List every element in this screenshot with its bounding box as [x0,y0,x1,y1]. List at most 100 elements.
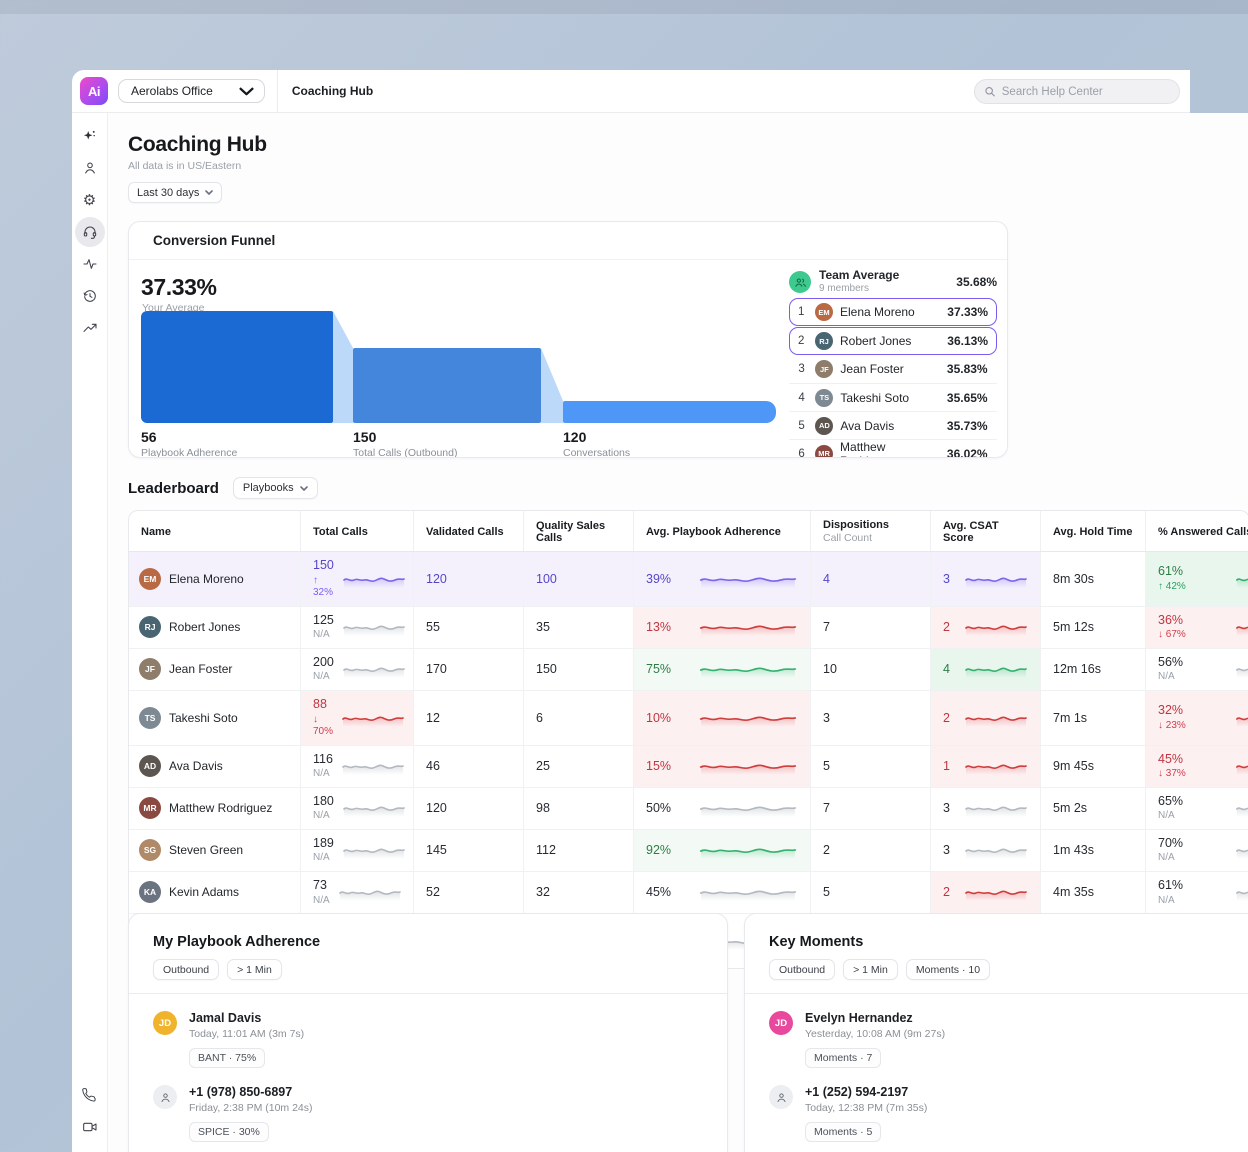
filter-chip[interactable]: > 1 Min [227,959,282,980]
sidebar-item-activity[interactable] [75,249,105,279]
call-entry[interactable]: +1 (252) 594-2197 Today, 12:38 PM (7m 35… [769,1085,1248,1142]
leaderboard-row[interactable]: KA Kevin Adams 73 N/A [129,872,1248,914]
workspace-selector[interactable]: Aerolabs Office [118,79,265,103]
team-average-value: 35.68% [956,275,997,289]
ranking-name: Takeshi Soto [840,391,909,405]
dispositions-cell: 10 [811,649,931,690]
rank-number: 1 [798,306,808,318]
leaderboard-row[interactable]: RJ Robert Jones 125 N/A [129,607,1248,649]
ranking-value: 35.65% [947,391,988,405]
sidebar: ⚙ [72,113,108,1152]
total-calls-sparkline [341,755,405,777]
call-entry[interactable]: JD Evelyn Hernandez Yesterday, 10:08 AM … [769,1011,1248,1068]
breadcrumb: Coaching Hub [292,84,373,98]
csat-sparkline [964,755,1028,777]
leaderboard-row[interactable]: SG Steven Green 189 N/A [129,830,1248,872]
help-search[interactable] [974,79,1180,104]
column-header-validated-calls[interactable]: Validated Calls [414,511,524,551]
agent-name: Takeshi Soto [169,711,238,725]
total-calls-cell: 189 N/A [301,830,414,871]
playbook-adherence-sparkline [698,755,798,777]
column-header-avg-csat-score[interactable]: Avg. CSAT Score [931,511,1041,551]
answered-calls-cell: 65% N/A [1146,788,1248,829]
sidebar-item-coaching-hub[interactable] [75,217,105,247]
hold-time-cell: 4m 35s [1041,872,1146,913]
ranking-row[interactable]: 5 AD Ava Davis 35.73% [789,411,997,439]
phone-icon [82,1088,97,1103]
funnel-stage-value: 150 [353,429,457,445]
column-header-pct-answered-calls[interactable]: % Answered Calls [1146,511,1248,551]
total-calls-stack: 88 ↓ 70% [313,697,333,739]
video-camera-icon [82,1119,98,1135]
chevron-down-icon [239,87,254,96]
leaderboard-row[interactable]: TS Takeshi Soto 88 ↓ 70% [129,691,1248,746]
sidebar-item-ai-sparkle[interactable] [75,121,105,151]
playbook-adherence-cell: 15% [634,746,811,787]
ranking-row[interactable]: 4 TS Takeshi Soto 35.65% [789,383,997,411]
ranking-name: Ava Davis [840,419,894,433]
sidebar-item-video[interactable] [75,1112,105,1142]
dispositions-value: 10 [823,662,837,676]
answered-calls-cell: 61% ↑ 42% [1146,552,1248,606]
sidebar-item-history[interactable] [75,281,105,311]
search-input[interactable] [1002,86,1170,98]
date-range-filter[interactable]: Last 30 days [128,182,222,203]
agent-name: Robert Jones [169,620,240,634]
leaderboard-row[interactable]: JF Jean Foster 200 N/A [129,649,1248,691]
playbook-adherence-value: 50% [646,801,671,815]
column-header-quality-sales-calls[interactable]: Quality Sales Calls [524,511,634,551]
total-calls-cell: 150 ↑ 32% [301,552,414,606]
total-calls-delta: N/A [313,852,334,865]
hold-time-value: 5m 12s [1053,620,1094,634]
sidebar-item-phone[interactable] [75,1080,105,1110]
call-entry[interactable]: JD Jamal Davis Today, 11:01 AM (3m 7s) B… [153,1011,703,1068]
agent-name: Kevin Adams [169,885,239,899]
csat-value: 3 [943,843,950,857]
ranking-row[interactable]: 6 MR Matthew Rodriguez 36.02% [789,439,997,458]
csat-value: 3 [943,572,950,586]
avatar: TS [815,389,833,407]
filter-chip[interactable]: Outbound [769,959,835,980]
ranking-row[interactable]: 3 JF Jean Foster 35.83% [789,355,997,383]
column-header-dispositions[interactable]: Dispositions Call Count [811,511,931,551]
funnel-segment-total-calls[interactable] [141,311,333,423]
column-header-avg-playbook-adherence[interactable]: Avg. Playbook Adherence [634,511,811,551]
filter-chip[interactable]: Outbound [153,959,219,980]
dispositions-value: 5 [823,759,830,773]
funnel-segment-conversations[interactable] [353,348,541,423]
name-cell: TS Takeshi Soto [129,691,301,745]
playbook-adherence-value: 92% [646,843,671,857]
team-avatar [789,271,811,293]
leaderboard-header-row: Name Total Calls Validated Calls Quality… [129,511,1248,552]
sparkles-icon [81,128,98,145]
total-calls-sparkline [342,616,406,638]
card-divider [129,993,727,994]
ranking-row[interactable]: 1 EM Elena Moreno 37.33% [789,298,997,326]
leaderboard-header: Leaderboard Playbooks [128,477,318,499]
column-header-total-calls[interactable]: Total Calls [301,511,414,551]
filter-chip[interactable]: Moments · 10 [906,959,990,980]
rank-number: 4 [798,392,808,404]
topbar-divider [277,70,278,113]
column-header-name[interactable]: Name [129,511,301,551]
filter-chip[interactable]: > 1 Min [843,959,898,980]
total-calls-stack: 73 N/A [313,878,330,907]
leaderboard-row[interactable]: AD Ava Davis 116 N/A 4 [129,746,1248,788]
playbook-adherence-value: 39% [646,572,671,586]
playbooks-filter[interactable]: Playbooks [233,477,318,499]
dispositions-value: 5 [823,885,830,899]
ranking-row[interactable]: 2 RJ Robert Jones 36.13% [789,327,997,355]
quality-sales-calls-value: 98 [536,801,550,815]
funnel-segment-playbook-adherence[interactable] [563,401,776,423]
column-header-avg-hold-time[interactable]: Avg. Hold Time [1041,511,1146,551]
answered-calls-cell: 32% ↓ 23% [1146,691,1248,745]
call-entry[interactable]: +1 (978) 850-6897 Friday, 2:38 PM (10m 2… [153,1085,703,1142]
playbook-adherence-value: 10% [646,711,671,725]
leaderboard-row[interactable]: EM Elena Moreno 150 ↑ 32% [129,552,1248,607]
sidebar-item-profile[interactable] [75,153,105,183]
sidebar-item-trends[interactable] [75,313,105,343]
app-logo[interactable]: Ai [80,77,108,105]
validated-calls-value: 120 [426,801,447,815]
sidebar-item-settings[interactable]: ⚙ [75,185,105,215]
leaderboard-row[interactable]: MR Matthew Rodriguez 180 N/A [129,788,1248,830]
